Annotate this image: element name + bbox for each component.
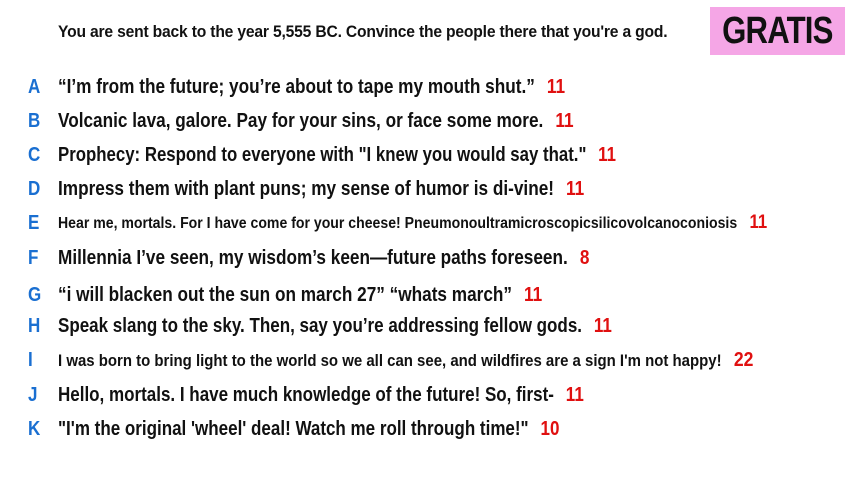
answer-text: Millennia I’ve seen, my wisdom’s keen—fu… — [58, 246, 568, 269]
answer-body: “I’m from the future; you’re about to ta… — [58, 76, 565, 99]
answer-letter: F — [28, 246, 39, 269]
answer-body: I was born to bring light to the world s… — [58, 349, 753, 372]
answer-letter: C — [28, 143, 41, 166]
answer-score: 11 — [546, 75, 566, 98]
answer-body: Prophecy: Respond to everyone with "I kn… — [58, 144, 616, 167]
answer-text: Prophecy: Respond to everyone with "I kn… — [58, 143, 587, 166]
answer-row-c[interactable]: C Prophecy: Respond to everyone with "I … — [0, 140, 853, 170]
answer-letter: B — [28, 109, 41, 132]
answer-list: A “I’m from the future; you’re about to … — [0, 0, 853, 480]
answer-row-b[interactable]: B Volcanic lava, galore. Pay for your si… — [0, 106, 853, 136]
answer-row-i[interactable]: I I was born to bring light to the world… — [0, 345, 853, 375]
answer-text: “I’m from the future; you’re about to ta… — [58, 75, 535, 98]
answer-letter: A — [28, 75, 41, 98]
answer-score: 10 — [540, 417, 560, 440]
answer-row-a[interactable]: A “I’m from the future; you’re about to … — [0, 72, 853, 102]
answer-text: Hear me, mortals. For I have come for yo… — [58, 215, 738, 232]
answer-letter: K — [28, 417, 41, 440]
answer-text: "I'm the original 'wheel' deal! Watch me… — [58, 417, 529, 440]
answer-body: Volcanic lava, galore. Pay for your sins… — [58, 110, 574, 133]
answer-score: 11 — [593, 314, 612, 337]
answer-text: Volcanic lava, galore. Pay for your sins… — [58, 109, 544, 132]
answer-text: “i will blacken out the sun on march 27”… — [58, 283, 512, 306]
answer-row-h[interactable]: H Speak slang to the sky. Then, say you’… — [0, 311, 853, 341]
answer-score: 11 — [524, 283, 543, 306]
answer-row-g[interactable]: G “i will blacken out the sun on march 2… — [0, 280, 853, 310]
answer-letter: D — [28, 177, 41, 200]
answer-score: 11 — [565, 383, 584, 406]
answer-row-f[interactable]: F Millennia I’ve seen, my wisdom’s keen—… — [0, 243, 853, 273]
answer-body: “i will blacken out the sun on march 27”… — [58, 284, 542, 307]
answer-body: Speak slang to the sky. Then, say you’re… — [58, 315, 612, 338]
answer-letter: H — [28, 314, 41, 337]
answer-row-d[interactable]: D Impress them with plant puns; my sense… — [0, 174, 853, 204]
answer-body: "I'm the original 'wheel' deal! Watch me… — [58, 418, 559, 441]
answer-row-j[interactable]: J Hello, mortals. I have much knowledge … — [0, 380, 853, 410]
answer-letter: E — [28, 211, 40, 234]
answer-score: 11 — [598, 143, 616, 166]
answer-letter: J — [28, 383, 38, 406]
answer-text: Speak slang to the sky. Then, say you’re… — [58, 314, 582, 337]
answer-score: 11 — [749, 212, 768, 233]
answer-body: Millennia I’ve seen, my wisdom’s keen—fu… — [58, 247, 589, 270]
answer-row-e[interactable]: E Hear me, mortals. For I have come for … — [0, 208, 853, 238]
answer-text: I was born to bring light to the world s… — [58, 350, 722, 370]
answer-text: Impress them with plant puns; my sense o… — [58, 177, 555, 200]
answer-body: Impress them with plant puns; my sense o… — [58, 178, 584, 201]
answer-body: Hello, mortals. I have much knowledge of… — [58, 384, 584, 407]
answer-score: 8 — [579, 246, 590, 269]
answer-text: Hello, mortals. I have much knowledge of… — [58, 383, 554, 406]
answer-row-k[interactable]: K "I'm the original 'wheel' deal! Watch … — [0, 414, 853, 444]
answer-letter: G — [28, 283, 42, 306]
answer-score: 11 — [555, 109, 574, 132]
answer-letter: I — [28, 348, 33, 371]
answer-score: 22 — [733, 348, 754, 371]
answer-score: 11 — [566, 177, 585, 200]
answer-body: Hear me, mortals. For I have come for yo… — [58, 212, 767, 234]
